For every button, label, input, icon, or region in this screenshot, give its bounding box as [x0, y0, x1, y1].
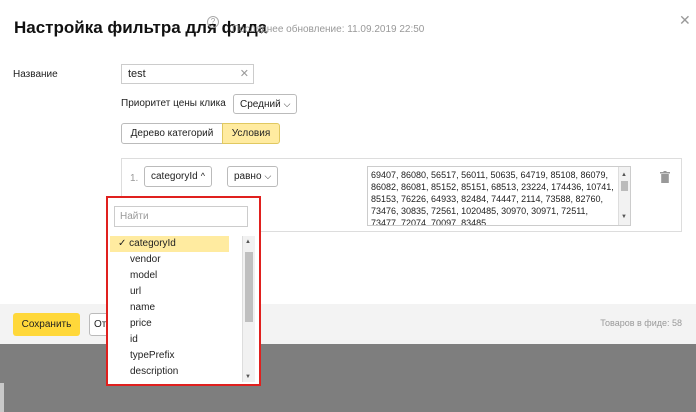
- help-icon[interactable]: ?: [207, 16, 219, 28]
- chevron-down-icon: ⌵: [264, 171, 272, 181]
- chevron-down-icon: ⌵: [283, 99, 291, 109]
- dropdown-item[interactable]: model: [110, 268, 256, 284]
- close-icon[interactable]: ✕: [679, 12, 691, 29]
- operator-select[interactable]: равно ⌵: [227, 166, 279, 187]
- dropdown-item[interactable]: vendor: [110, 252, 256, 268]
- scroll-down-icon[interactable]: ▼: [245, 374, 251, 380]
- field-select-value: categoryId: [151, 171, 198, 182]
- dropdown-search-input[interactable]: Найти: [114, 206, 248, 227]
- values-text: 69407, 86080, 56517, 56011, 50635, 64719…: [371, 170, 614, 226]
- dropdown-item[interactable]: id: [110, 332, 256, 348]
- trash-icon[interactable]: [660, 171, 670, 183]
- check-icon: ✓: [118, 238, 127, 249]
- search-placeholder: Найти: [120, 211, 149, 222]
- values-scrollbar[interactable]: ▲ ▼: [618, 167, 630, 225]
- tab-conditions[interactable]: Условия: [222, 123, 280, 144]
- operator-select-value: равно: [234, 171, 262, 182]
- priority-select[interactable]: Средний ⌵: [233, 94, 298, 114]
- name-input-value: test: [128, 68, 146, 80]
- items-count: Товаров в фиде: 58: [600, 318, 682, 328]
- last-updated: Последнее обновление: 11.09.2019 22:50: [232, 24, 425, 35]
- scroll-down-icon[interactable]: ▼: [621, 211, 627, 223]
- chevron-up-icon: ^: [200, 171, 205, 181]
- dropdown-item[interactable]: ✓ categoryId: [110, 236, 229, 252]
- tab-category-tree-label: Дерево категорий: [130, 128, 214, 139]
- condition-number: 1.: [130, 173, 139, 184]
- dropdown-item[interactable]: typePrefix: [110, 348, 256, 364]
- tab-category-tree[interactable]: Дерево категорий: [121, 123, 223, 144]
- scroll-thumb[interactable]: [245, 252, 253, 322]
- name-input[interactable]: test ✕: [121, 64, 254, 84]
- scroll-up-icon[interactable]: ▲: [245, 239, 251, 245]
- background-element: [0, 383, 4, 412]
- scroll-thumb[interactable]: [621, 181, 628, 191]
- modal-title: Настройка фильтра для фида: [14, 18, 268, 37]
- clear-icon[interactable]: ✕: [240, 65, 249, 83]
- priority-label: Приоритет цены клика: [121, 98, 226, 109]
- name-label: Название: [13, 69, 58, 80]
- values-textarea[interactable]: 69407, 86080, 56517, 56011, 50635, 64719…: [367, 166, 631, 226]
- priority-select-value: Средний: [240, 99, 281, 110]
- dropdown-item[interactable]: price: [110, 316, 256, 332]
- dropdown-item[interactable]: url: [110, 284, 256, 300]
- save-button[interactable]: Сохранить: [13, 313, 80, 336]
- dropdown-list: ✓ categoryId vendor model url name price…: [110, 236, 256, 382]
- dropdown-item[interactable]: name: [110, 300, 256, 316]
- dropdown-scrollbar[interactable]: ▲ ▼: [242, 236, 255, 382]
- dropdown-item[interactable]: description: [110, 364, 256, 380]
- filter-modal: Настройка фильтра для фида ? Последнее о…: [0, 0, 696, 344]
- field-select[interactable]: categoryId ^: [144, 166, 212, 187]
- tab-conditions-label: Условия: [231, 128, 271, 139]
- scroll-up-icon[interactable]: ▲: [621, 169, 627, 181]
